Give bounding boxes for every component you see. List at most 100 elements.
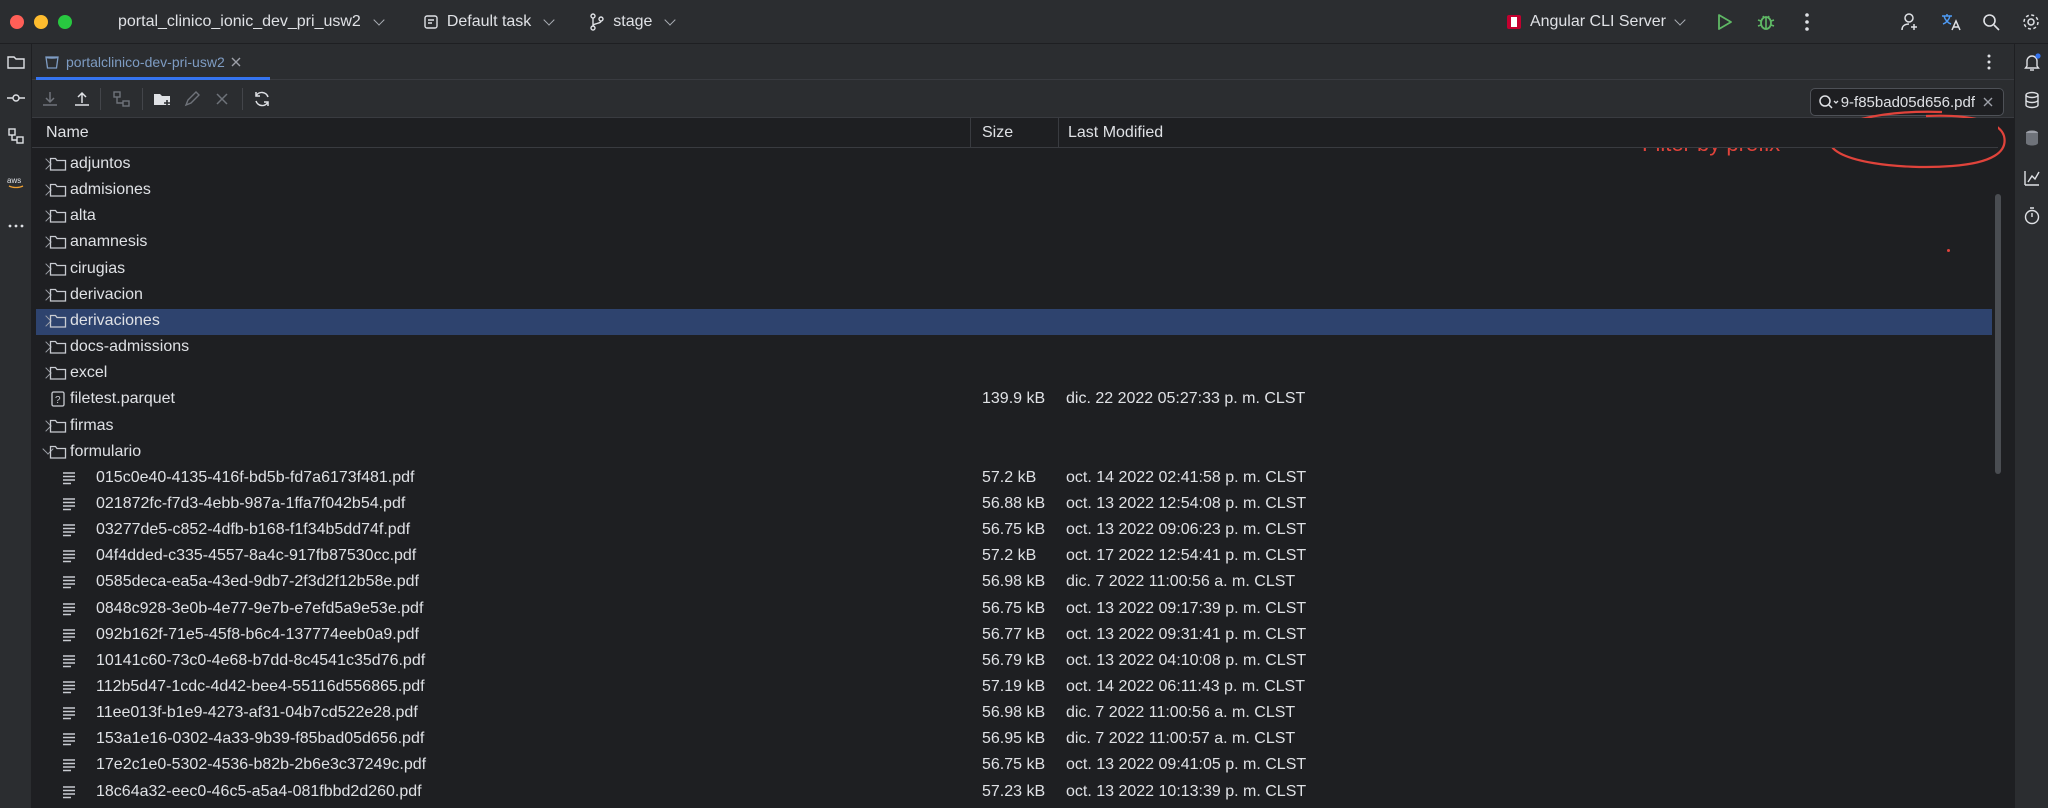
- file-row[interactable]: 17e2c1e0-5302-4536-b82b-2b6e3c37249c.pdf…: [36, 753, 1992, 779]
- close-window-button[interactable]: [10, 14, 24, 29]
- item-name: 18c64a32-eec0-46c5-a5a4-081fbbd2d260.pdf: [96, 782, 422, 800]
- folder-icon: [49, 210, 67, 223]
- close-tab-icon[interactable]: [231, 57, 241, 67]
- text-file-icon: [63, 707, 75, 720]
- title-bar-actions: Angular CLI Server: [1506, 0, 2048, 44]
- text-file-icon: [63, 628, 75, 641]
- item-size: 56.88 kB: [982, 494, 1046, 512]
- database-2-icon[interactable]: [2022, 128, 2042, 148]
- item-name: anamnesis: [70, 233, 148, 251]
- text-file-icon: [63, 498, 75, 511]
- folder-icon: [49, 340, 67, 354]
- tab-bar: portalclinico-dev-pri-usw2: [32, 44, 2014, 80]
- folder-icon: [49, 288, 67, 302]
- branch-selector[interactable]: stage: [589, 0, 677, 44]
- column-header-name[interactable]: Name: [46, 118, 89, 148]
- project-folder-icon[interactable]: [6, 52, 26, 72]
- file-row[interactable]: 021872fc-f7d3-4ebb-987a-1ffa7f042b54.pdf…: [36, 492, 1992, 518]
- folder-row[interactable]: alta: [36, 204, 1992, 230]
- task-name: Default task: [446, 12, 532, 30]
- file-row[interactable]: 18c64a32-eec0-46c5-a5a4-081fbbd2d260.pdf…: [36, 780, 1992, 806]
- settings-gear-icon[interactable]: [2022, 13, 2040, 31]
- column-header-last-modified[interactable]: Last Modified: [1068, 118, 1163, 148]
- column-divider[interactable]: [970, 118, 971, 148]
- tree-view-icon[interactable]: [112, 89, 132, 109]
- timer-icon[interactable]: [2022, 206, 2042, 226]
- text-file-icon: [63, 550, 75, 563]
- folder-row[interactable]: docs-admissions: [36, 335, 1992, 361]
- file-row[interactable]: 04f4dded-c335-4557-8a4c-917fb87530cc.pdf…: [36, 544, 1992, 570]
- more-actions-icon[interactable]: [1804, 12, 1810, 32]
- right-tool-strip: [2014, 44, 2048, 808]
- item-last-modified: oct. 13 2022 04:10:08 p. m. CLST: [1066, 651, 1307, 669]
- angular-icon: [1506, 15, 1521, 29]
- file-row[interactable]: 03277de5-c852-4dfb-b168-f1f34b5dd74f.pdf…: [36, 518, 1992, 544]
- run-config-selector[interactable]: Angular CLI Server: [1506, 0, 1686, 44]
- zoom-window-button[interactable]: [58, 14, 72, 29]
- tab-bucket[interactable]: portalclinico-dev-pri-usw2: [36, 44, 253, 80]
- folder-row[interactable]: formulario: [36, 440, 1992, 466]
- item-name: 112b5d47-1cdc-4d42-bee4-55116d556865.pdf: [96, 678, 425, 695]
- refresh-icon[interactable]: [252, 89, 272, 109]
- run-icon[interactable]: [1714, 12, 1734, 32]
- item-size: 139.9 kB: [982, 390, 1046, 408]
- vertical-scrollbar[interactable]: [1995, 194, 2001, 474]
- text-file-icon: [63, 681, 75, 694]
- database-icon[interactable]: [2022, 90, 2042, 110]
- folder-row[interactable]: adjuntos: [36, 152, 1992, 178]
- folder-row[interactable]: anamnesis: [36, 230, 1992, 256]
- search-everywhere-icon[interactable]: [1982, 13, 2000, 31]
- file-row[interactable]: 015c0e40-4135-416f-bd5b-fd7a6173f481.pdf…: [36, 466, 1992, 492]
- branch-icon: [590, 12, 604, 31]
- item-last-modified: oct. 13 2022 09:41:05 p. m. CLST: [1066, 756, 1307, 774]
- structure-icon[interactable]: [6, 126, 26, 146]
- bucket-icon: [45, 56, 59, 69]
- commit-icon[interactable]: [6, 88, 26, 108]
- file-row[interactable]: 10141c60-73c0-4e68-b7dd-8c4541c35d76.pdf…: [36, 649, 1992, 675]
- folder-row[interactable]: admisiones: [36, 178, 1992, 204]
- folder-row[interactable]: cirugias: [36, 257, 1992, 283]
- minimize-window-button[interactable]: [34, 14, 48, 29]
- rename-icon[interactable]: [182, 89, 202, 109]
- aws-icon[interactable]: aws: [6, 172, 26, 192]
- file-row[interactable]: 112b5d47-1cdc-4d42-bee4-55116d556865.pdf…: [36, 675, 1992, 701]
- text-file-icon: [63, 576, 75, 589]
- project-selector[interactable]: portal_clinico_ionic_dev_pri_usw2: [118, 0, 385, 44]
- debug-icon[interactable]: [1756, 12, 1776, 32]
- item-last-modified: oct. 13 2022 12:54:08 p. m. CLST: [1066, 494, 1307, 512]
- toolbar-separator: [100, 88, 101, 110]
- file-row[interactable]: ? filetest.parquet 139.9 kB dic. 22 2022 05…: [36, 387, 1992, 413]
- file-row[interactable]: 0585deca-ea5a-43ed-9db7-2f3d2f12b58e.pdf…: [36, 570, 1992, 596]
- folder-row[interactable]: excel: [36, 361, 1992, 387]
- task-selector[interactable]: Default task: [423, 0, 555, 44]
- translate-icon[interactable]: [1940, 12, 1962, 32]
- branch-name: stage: [613, 12, 653, 30]
- upload-icon[interactable]: [72, 89, 92, 109]
- add-user-icon[interactable]: [1900, 12, 1920, 32]
- item-name: 021872fc-f7d3-4ebb-987a-1ffa7f042b54.pdf: [96, 494, 406, 512]
- chevron-down-icon: [1674, 14, 1686, 26]
- profiler-icon[interactable]: [2022, 168, 2042, 188]
- tab-options-icon[interactable]: [1986, 53, 1992, 71]
- file-row[interactable]: 153a1e16-0302-4a33-9b39-f85bad05d656.pdf…: [36, 727, 1992, 753]
- text-file-icon: [63, 524, 75, 537]
- file-row[interactable]: 0848c928-3e0b-4e77-9e7b-e7efd5a9e53e.pdf…: [36, 597, 1992, 623]
- item-name: 0585deca-ea5a-43ed-9db7-2f3d2f12b58e.pdf: [96, 573, 419, 591]
- item-name: cirugias: [70, 259, 126, 277]
- file-row[interactable]: 11ee013f-b1e9-4273-af31-04b7cd522e28.pdf…: [36, 701, 1992, 727]
- unknown-file-icon: ?: [51, 391, 65, 407]
- column-header-size[interactable]: Size: [982, 118, 1013, 148]
- more-tools-icon[interactable]: [6, 216, 26, 236]
- notifications-icon[interactable]: [2022, 52, 2042, 72]
- download-icon[interactable]: [40, 89, 60, 109]
- folder-row[interactable]: derivacion: [36, 283, 1992, 309]
- toolbar: [32, 80, 2014, 118]
- folder-row[interactable]: firmas: [36, 414, 1992, 440]
- delete-icon[interactable]: [212, 89, 232, 109]
- column-divider[interactable]: [1058, 118, 1059, 148]
- text-file-icon: [63, 472, 75, 484]
- new-folder-icon[interactable]: [152, 89, 172, 109]
- file-row[interactable]: 092b162f-71e5-45f8-b6c4-137774eeb0a9.pdf…: [36, 623, 1992, 649]
- folder-row[interactable]: derivaciones: [36, 308, 1992, 335]
- item-size: 56.75 kB: [982, 521, 1046, 539]
